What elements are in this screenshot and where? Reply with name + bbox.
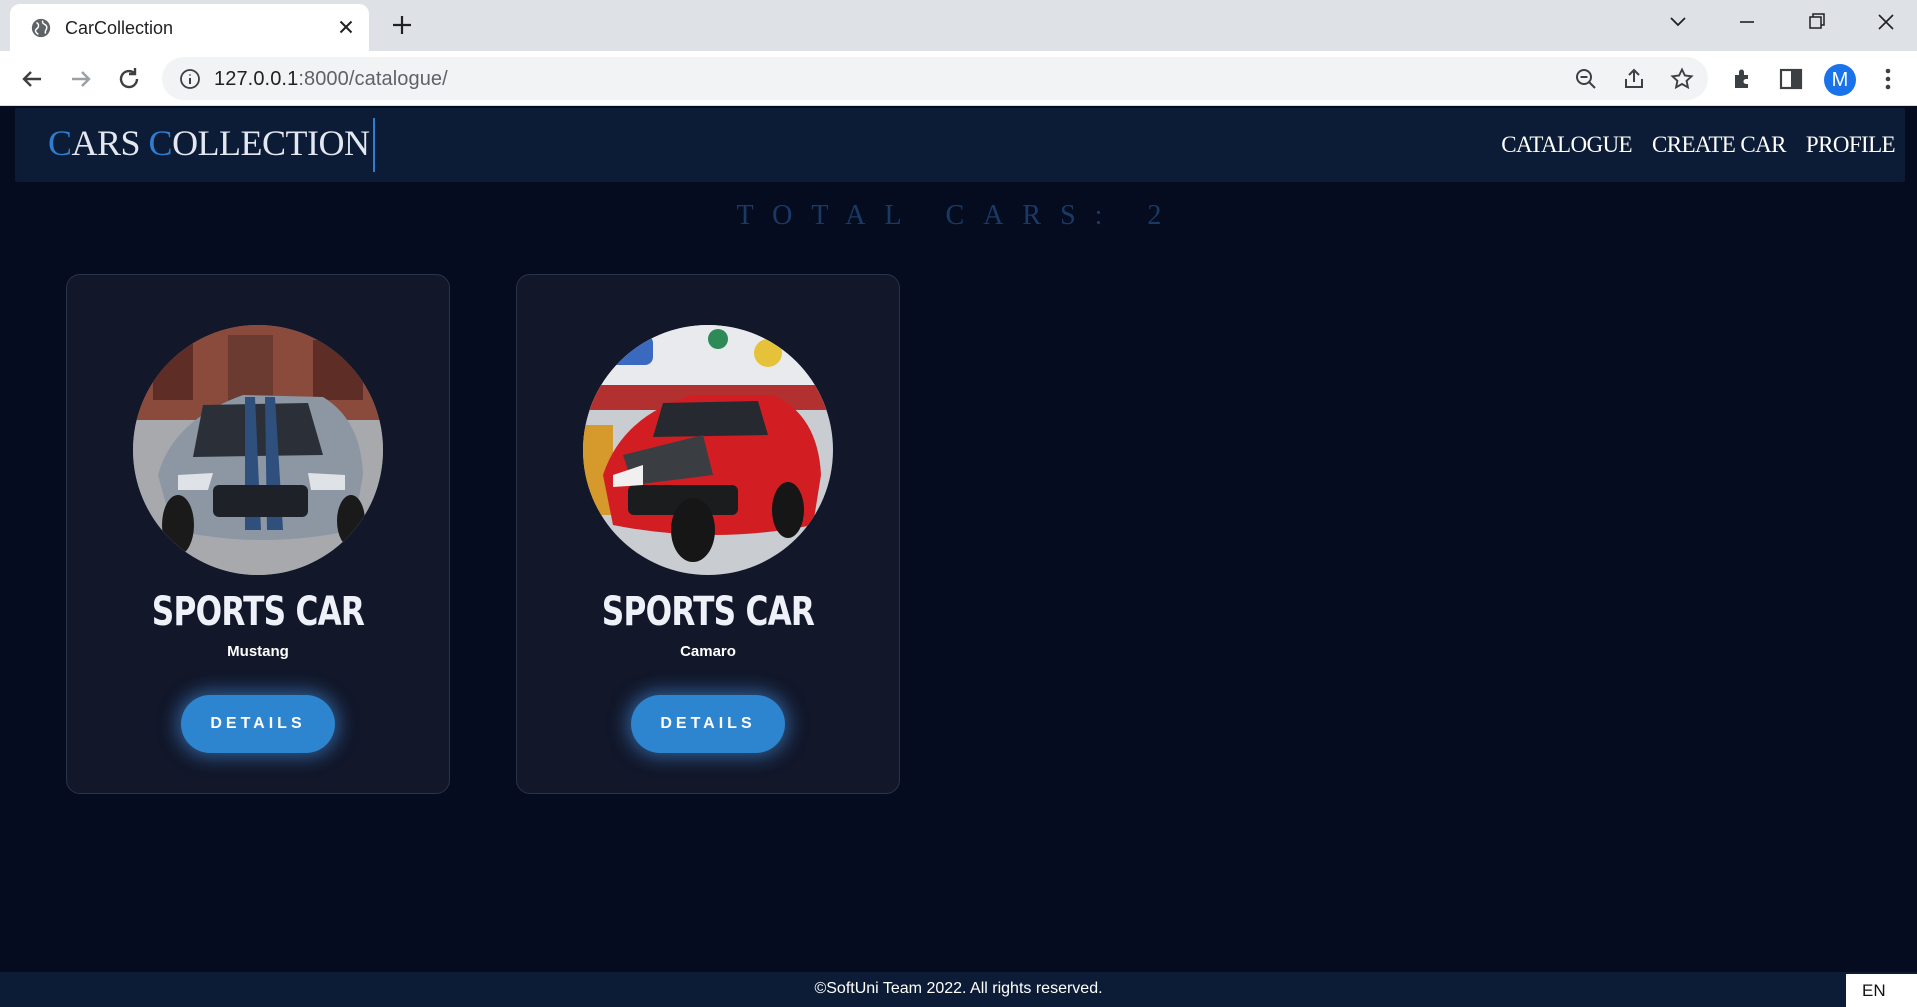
new-tab-icon[interactable] <box>390 13 414 37</box>
globe-icon <box>31 18 51 38</box>
share-icon[interactable] <box>1622 67 1646 91</box>
details-button[interactable]: DETAILS <box>631 695 785 753</box>
car-model: Mustang <box>227 643 289 660</box>
footer-copyright: ©SoftUni Team 2022. All rights reserved. <box>814 980 1103 997</box>
profile-avatar[interactable]: M <box>1824 64 1856 96</box>
close-tab-icon[interactable] <box>335 16 357 38</box>
kebab-menu-icon[interactable] <box>1875 66 1901 92</box>
details-button[interactable]: DETAILS <box>181 695 335 753</box>
zoom-out-icon[interactable] <box>1574 67 1598 91</box>
car-type: SPORTS CAR <box>151 589 365 635</box>
site-header: CARS COLLECTION CATALOGUE CREATE CAR PRO… <box>15 108 1905 182</box>
car-type: SPORTS CAR <box>601 589 815 635</box>
nav-catalogue[interactable]: CATALOGUE <box>1501 132 1632 158</box>
camaro-photo-icon <box>583 325 833 575</box>
tab-search-icon[interactable] <box>1658 8 1698 38</box>
browser-tabstrip: CarCollection <box>0 0 1917 51</box>
site-footer: ©SoftUni Team 2022. All rights reserved. <box>0 972 1917 1007</box>
car-card: SPORTS CAR Camaro DETAILS <box>516 274 900 794</box>
logo-initial-c2: C <box>148 123 173 163</box>
logo-divider <box>373 118 375 172</box>
forward-arrow-icon[interactable] <box>67 65 95 93</box>
url-path: :8000/catalogue/ <box>298 68 448 90</box>
close-window-icon[interactable] <box>1866 8 1906 38</box>
bookmark-star-icon[interactable] <box>1670 67 1694 91</box>
tab-title: CarCollection <box>65 18 174 38</box>
main-nav: CATALOGUE CREATE CAR PROFILE <box>1501 132 1895 158</box>
car-photo-mustang <box>133 325 383 575</box>
url-text: 127.0.0.1:8000/catalogue/ <box>214 68 448 91</box>
logo-word-collection: OLLECTION <box>172 123 370 163</box>
logo-word-cars: ARS <box>71 123 149 163</box>
minimize-icon[interactable] <box>1727 8 1767 38</box>
car-photo-camaro <box>583 325 833 575</box>
extensions-puzzle-icon[interactable] <box>1730 66 1756 92</box>
back-arrow-icon[interactable] <box>18 65 46 93</box>
site-logo[interactable]: CARS COLLECTION <box>48 122 370 164</box>
browser-toolbar: 127.0.0.1:8000/catalogue/ M <box>0 51 1917 106</box>
reload-icon[interactable] <box>115 65 143 93</box>
address-bar[interactable]: 127.0.0.1:8000/catalogue/ <box>162 57 1708 100</box>
restore-icon[interactable] <box>1796 8 1836 38</box>
nav-profile[interactable]: PROFILE <box>1806 132 1896 158</box>
url-host: 127.0.0.1 <box>214 68 299 90</box>
language-label: EN <box>1862 981 1886 1000</box>
side-panel-icon[interactable] <box>1778 66 1804 92</box>
mustang-photo-icon <box>133 325 383 575</box>
browser-tab[interactable]: CarCollection <box>10 4 369 51</box>
language-indicator[interactable]: EN <box>1846 974 1917 1007</box>
logo-initial-c1: C <box>48 123 72 163</box>
car-model: Camaro <box>680 643 736 660</box>
site-info-icon[interactable] <box>179 68 201 90</box>
total-cars-heading: TOTAL CARS: 2 <box>736 200 1181 231</box>
car-card: SPORTS CAR Mustang DETAILS <box>66 274 450 794</box>
nav-create-car[interactable]: CREATE CAR <box>1652 132 1787 158</box>
